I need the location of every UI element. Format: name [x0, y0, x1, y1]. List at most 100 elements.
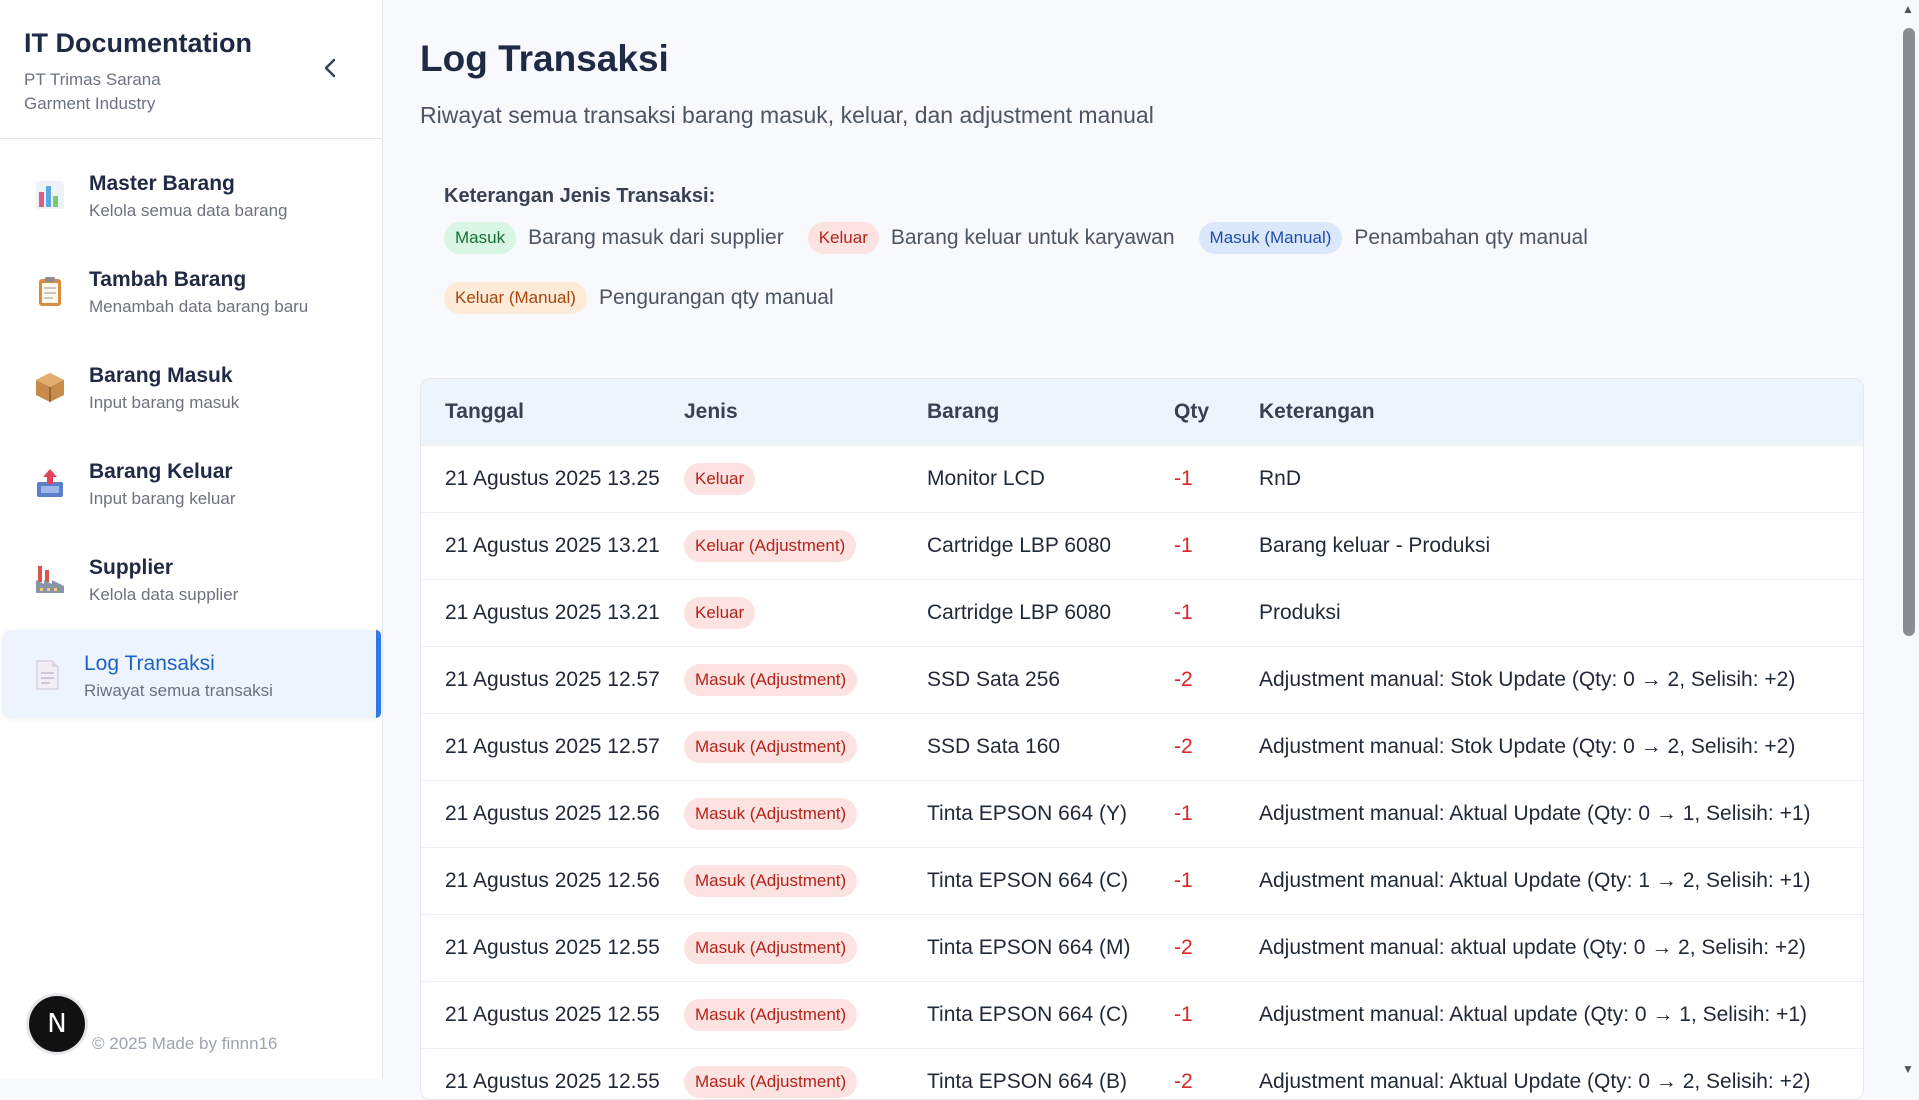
transaction-table: Tanggal Jenis Barang Qty Keterangan 21 A… — [421, 379, 1863, 1099]
sidebar-header: IT Documentation PT Trimas Sarana Garmen… — [0, 0, 382, 139]
cell-barang: Monitor LCD — [927, 444, 1174, 512]
cell-jenis: Keluar — [684, 444, 927, 512]
cell-tanggal: 21 Agustus 2025 12.57 — [421, 712, 684, 780]
cell-keterangan: Adjustment manual: Aktual update (Qty: 0… — [1259, 980, 1863, 1048]
legend-text: Barang keluar untuk karyawan — [890, 226, 1175, 249]
cell-jenis: Masuk (Adjustment) — [684, 645, 927, 713]
column-header-keterangan: Keterangan — [1259, 399, 1375, 423]
company-name: PT Trimas Sarana Garment Industry — [24, 70, 161, 113]
page-title: Log Transaksi — [420, 38, 669, 79]
column-header-tanggal: Tanggal — [445, 399, 524, 423]
type-badge: Masuk (Adjustment) — [684, 998, 858, 1031]
cell-qty: -2 — [1174, 1047, 1259, 1099]
column-header-barang: Barang — [927, 399, 1000, 423]
scroll-down-arrow-icon[interactable]: ▼ — [1902, 1062, 1914, 1076]
cell-barang: Tinta EPSON 664 (Y) — [927, 779, 1174, 847]
cell-keterangan: RnD — [1259, 444, 1863, 512]
table-row: 21 Agustus 2025 12.56 Masuk (Adjustment)… — [421, 779, 1863, 847]
cell-keterangan: Adjustment manual: Aktual Update (Qty: 1… — [1259, 846, 1863, 914]
legend-badge-keluar: Keluar — [807, 222, 879, 254]
cell-tanggal: 21 Agustus 2025 12.55 — [421, 913, 684, 981]
cell-jenis: Masuk (Adjustment) — [684, 1047, 927, 1099]
type-badge: Keluar — [684, 462, 756, 495]
cell-keterangan: Adjustment manual: Aktual Update (Qty: 0… — [1259, 779, 1863, 847]
table-row: 21 Agustus 2025 12.57 Masuk (Adjustment)… — [421, 645, 1863, 713]
cell-qty: -1 — [1174, 980, 1259, 1048]
sidebar-item-desc: Kelola data supplier — [89, 585, 239, 604]
legend-text: Pengurangan qty manual — [598, 286, 834, 309]
legend-text: Barang masuk dari supplier — [528, 226, 784, 249]
cell-qty: -2 — [1174, 712, 1259, 780]
cell-jenis: Keluar — [684, 578, 927, 646]
cell-jenis: Masuk (Adjustment) — [684, 980, 927, 1048]
bar-chart-icon — [36, 181, 64, 209]
cell-keterangan: Adjustment manual: aktual update (Qty: 0… — [1259, 913, 1863, 981]
cell-jenis: Masuk (Adjustment) — [684, 846, 927, 914]
nextjs-dev-badge[interactable]: N — [29, 996, 85, 1052]
cell-tanggal: 21 Agustus 2025 13.21 — [421, 578, 684, 646]
sidebar-item-master-barang[interactable]: Master Barang Kelola semua data barang — [0, 150, 383, 238]
legend-badge-masuk-manual: Masuk (Manual) — [1198, 222, 1343, 254]
table-row: 21 Agustus 2025 13.21 Keluar (Adjustment… — [421, 511, 1863, 579]
cell-qty: -1 — [1174, 578, 1259, 646]
table-row: 21 Agustus 2025 13.25 Keluar Monitor LCD… — [421, 444, 1863, 512]
sidebar-item-label: Tambah Barang — [89, 268, 247, 291]
sidebar-nav: Master Barang Kelola semua data barang T… — [0, 150, 383, 718]
cell-keterangan: Adjustment manual: Aktual Update (Qty: 0… — [1259, 1047, 1863, 1099]
cell-keterangan: Barang keluar - Produksi — [1259, 511, 1863, 579]
page-scrollbar-thumb[interactable] — [1903, 28, 1915, 636]
cell-barang: SSD Sata 160 — [927, 712, 1174, 780]
transaction-table-container: Tanggal Jenis Barang Qty Keterangan 21 A… — [420, 378, 1864, 1100]
legend-badge-keluar-manual: Keluar (Manual) — [444, 282, 587, 314]
cell-qty: -2 — [1174, 913, 1259, 981]
sidebar-item-desc: Menambah data barang baru — [89, 297, 309, 316]
cell-tanggal: 21 Agustus 2025 12.55 — [421, 1047, 684, 1099]
cell-tanggal: 21 Agustus 2025 12.56 — [421, 779, 684, 847]
cell-tanggal: 21 Agustus 2025 12.55 — [421, 980, 684, 1048]
cell-tanggal: 21 Agustus 2025 13.21 — [421, 511, 684, 579]
cell-barang: Tinta EPSON 664 (B) — [927, 1047, 1174, 1099]
sidebar-item-desc: Kelola semua data barang — [89, 201, 288, 220]
legend-text: Penambahan qty manual — [1354, 226, 1588, 249]
sidebar-item-tambah-barang[interactable]: Tambah Barang Menambah data barang baru — [0, 246, 383, 334]
factory-icon — [36, 566, 64, 593]
sidebar-item-supplier[interactable]: Supplier Kelola data supplier — [0, 534, 383, 622]
cell-barang: Tinta EPSON 664 (M) — [927, 913, 1174, 981]
sidebar-item-barang-keluar[interactable]: Barang Keluar Input barang keluar — [0, 438, 383, 526]
table-row: 21 Agustus 2025 12.55 Masuk (Adjustment)… — [421, 1047, 1863, 1099]
scroll-up-arrow-icon[interactable]: ▲ — [1902, 2, 1914, 16]
type-badge: Masuk (Adjustment) — [684, 730, 858, 763]
sidebar-item-log-transaksi[interactable]: Log Transaksi Riwayat semua transaksi — [2, 630, 381, 718]
cell-keterangan: Adjustment manual: Stok Update (Qty: 0 →… — [1259, 712, 1863, 780]
app-title: IT Documentation — [24, 28, 252, 58]
package-icon — [36, 373, 64, 402]
cell-jenis: Masuk (Adjustment) — [684, 712, 927, 780]
type-badge: Masuk (Adjustment) — [684, 931, 858, 964]
cell-qty: -1 — [1174, 444, 1259, 512]
legend-row: Masuk Barang masuk dari supplier Keluar … — [444, 222, 1612, 254]
chevron-left-icon — [324, 58, 336, 78]
cell-barang: Cartridge LBP 6080 — [927, 511, 1174, 579]
cell-barang: Tinta EPSON 664 (C) — [927, 846, 1174, 914]
sidebar-item-label: Barang Keluar — [89, 460, 233, 483]
cell-qty: -1 — [1174, 779, 1259, 847]
table-row: 21 Agustus 2025 12.56 Masuk (Adjustment)… — [421, 846, 1863, 914]
main-content: Log Transaksi Riwayat semua transaksi ba… — [383, 0, 1899, 1100]
type-badge: Masuk (Adjustment) — [684, 1065, 858, 1098]
document-icon — [36, 660, 59, 690]
type-badge: Keluar (Adjustment) — [684, 529, 857, 562]
sidebar-item-barang-masuk[interactable]: Barang Masuk Input barang masuk — [0, 342, 383, 430]
cell-jenis: Masuk (Adjustment) — [684, 779, 927, 847]
cell-keterangan: Produksi — [1259, 578, 1863, 646]
collapse-sidebar-button[interactable] — [318, 55, 344, 81]
sidebar-item-desc: Riwayat semua transaksi — [84, 681, 273, 700]
cell-qty: -2 — [1174, 645, 1259, 713]
sidebar-item-label: Log Transaksi — [84, 652, 215, 675]
column-header-qty: Qty — [1174, 399, 1210, 423]
cell-jenis: Keluar (Adjustment) — [684, 511, 927, 579]
cell-jenis: Masuk (Adjustment) — [684, 913, 927, 981]
type-badge: Masuk (Adjustment) — [684, 797, 858, 830]
cell-barang: SSD Sata 256 — [927, 645, 1174, 713]
sidebar-item-desc: Input barang keluar — [89, 489, 236, 508]
sidebar-item-label: Master Barang — [89, 172, 235, 195]
